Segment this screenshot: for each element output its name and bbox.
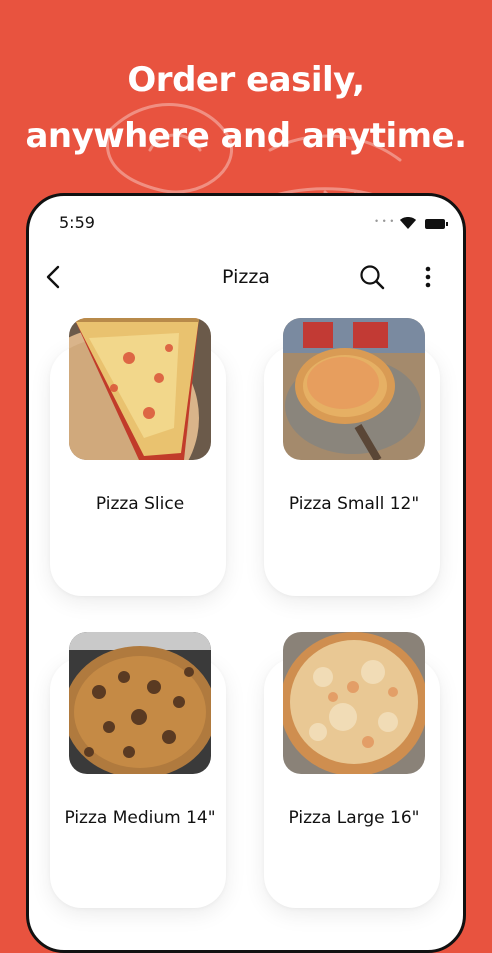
product-name: Pizza Medium 14" bbox=[64, 808, 216, 828]
phone-frame: 5:59 • • • Pizza Pizza Slice Pizza Small… bbox=[26, 193, 466, 953]
product-image-pizza-medium[interactable] bbox=[69, 632, 211, 774]
headline-line-1: Order easily, bbox=[127, 60, 365, 100]
product-image-pizza-small[interactable] bbox=[283, 318, 425, 460]
product-image-pizza-slice[interactable] bbox=[69, 318, 211, 460]
product-name: Pizza Slice bbox=[95, 494, 185, 514]
headline: Order easily, anywhere and anytime. bbox=[0, 52, 492, 164]
product-name: Pizza Small 12" bbox=[288, 494, 420, 514]
headline-line-2: anywhere and anytime. bbox=[25, 116, 467, 156]
product-image-pizza-large[interactable] bbox=[283, 632, 425, 774]
product-name: Pizza Large 16" bbox=[288, 808, 420, 828]
product-grid: Pizza Slice Pizza Small 12" Pizza Medium… bbox=[29, 196, 463, 950]
